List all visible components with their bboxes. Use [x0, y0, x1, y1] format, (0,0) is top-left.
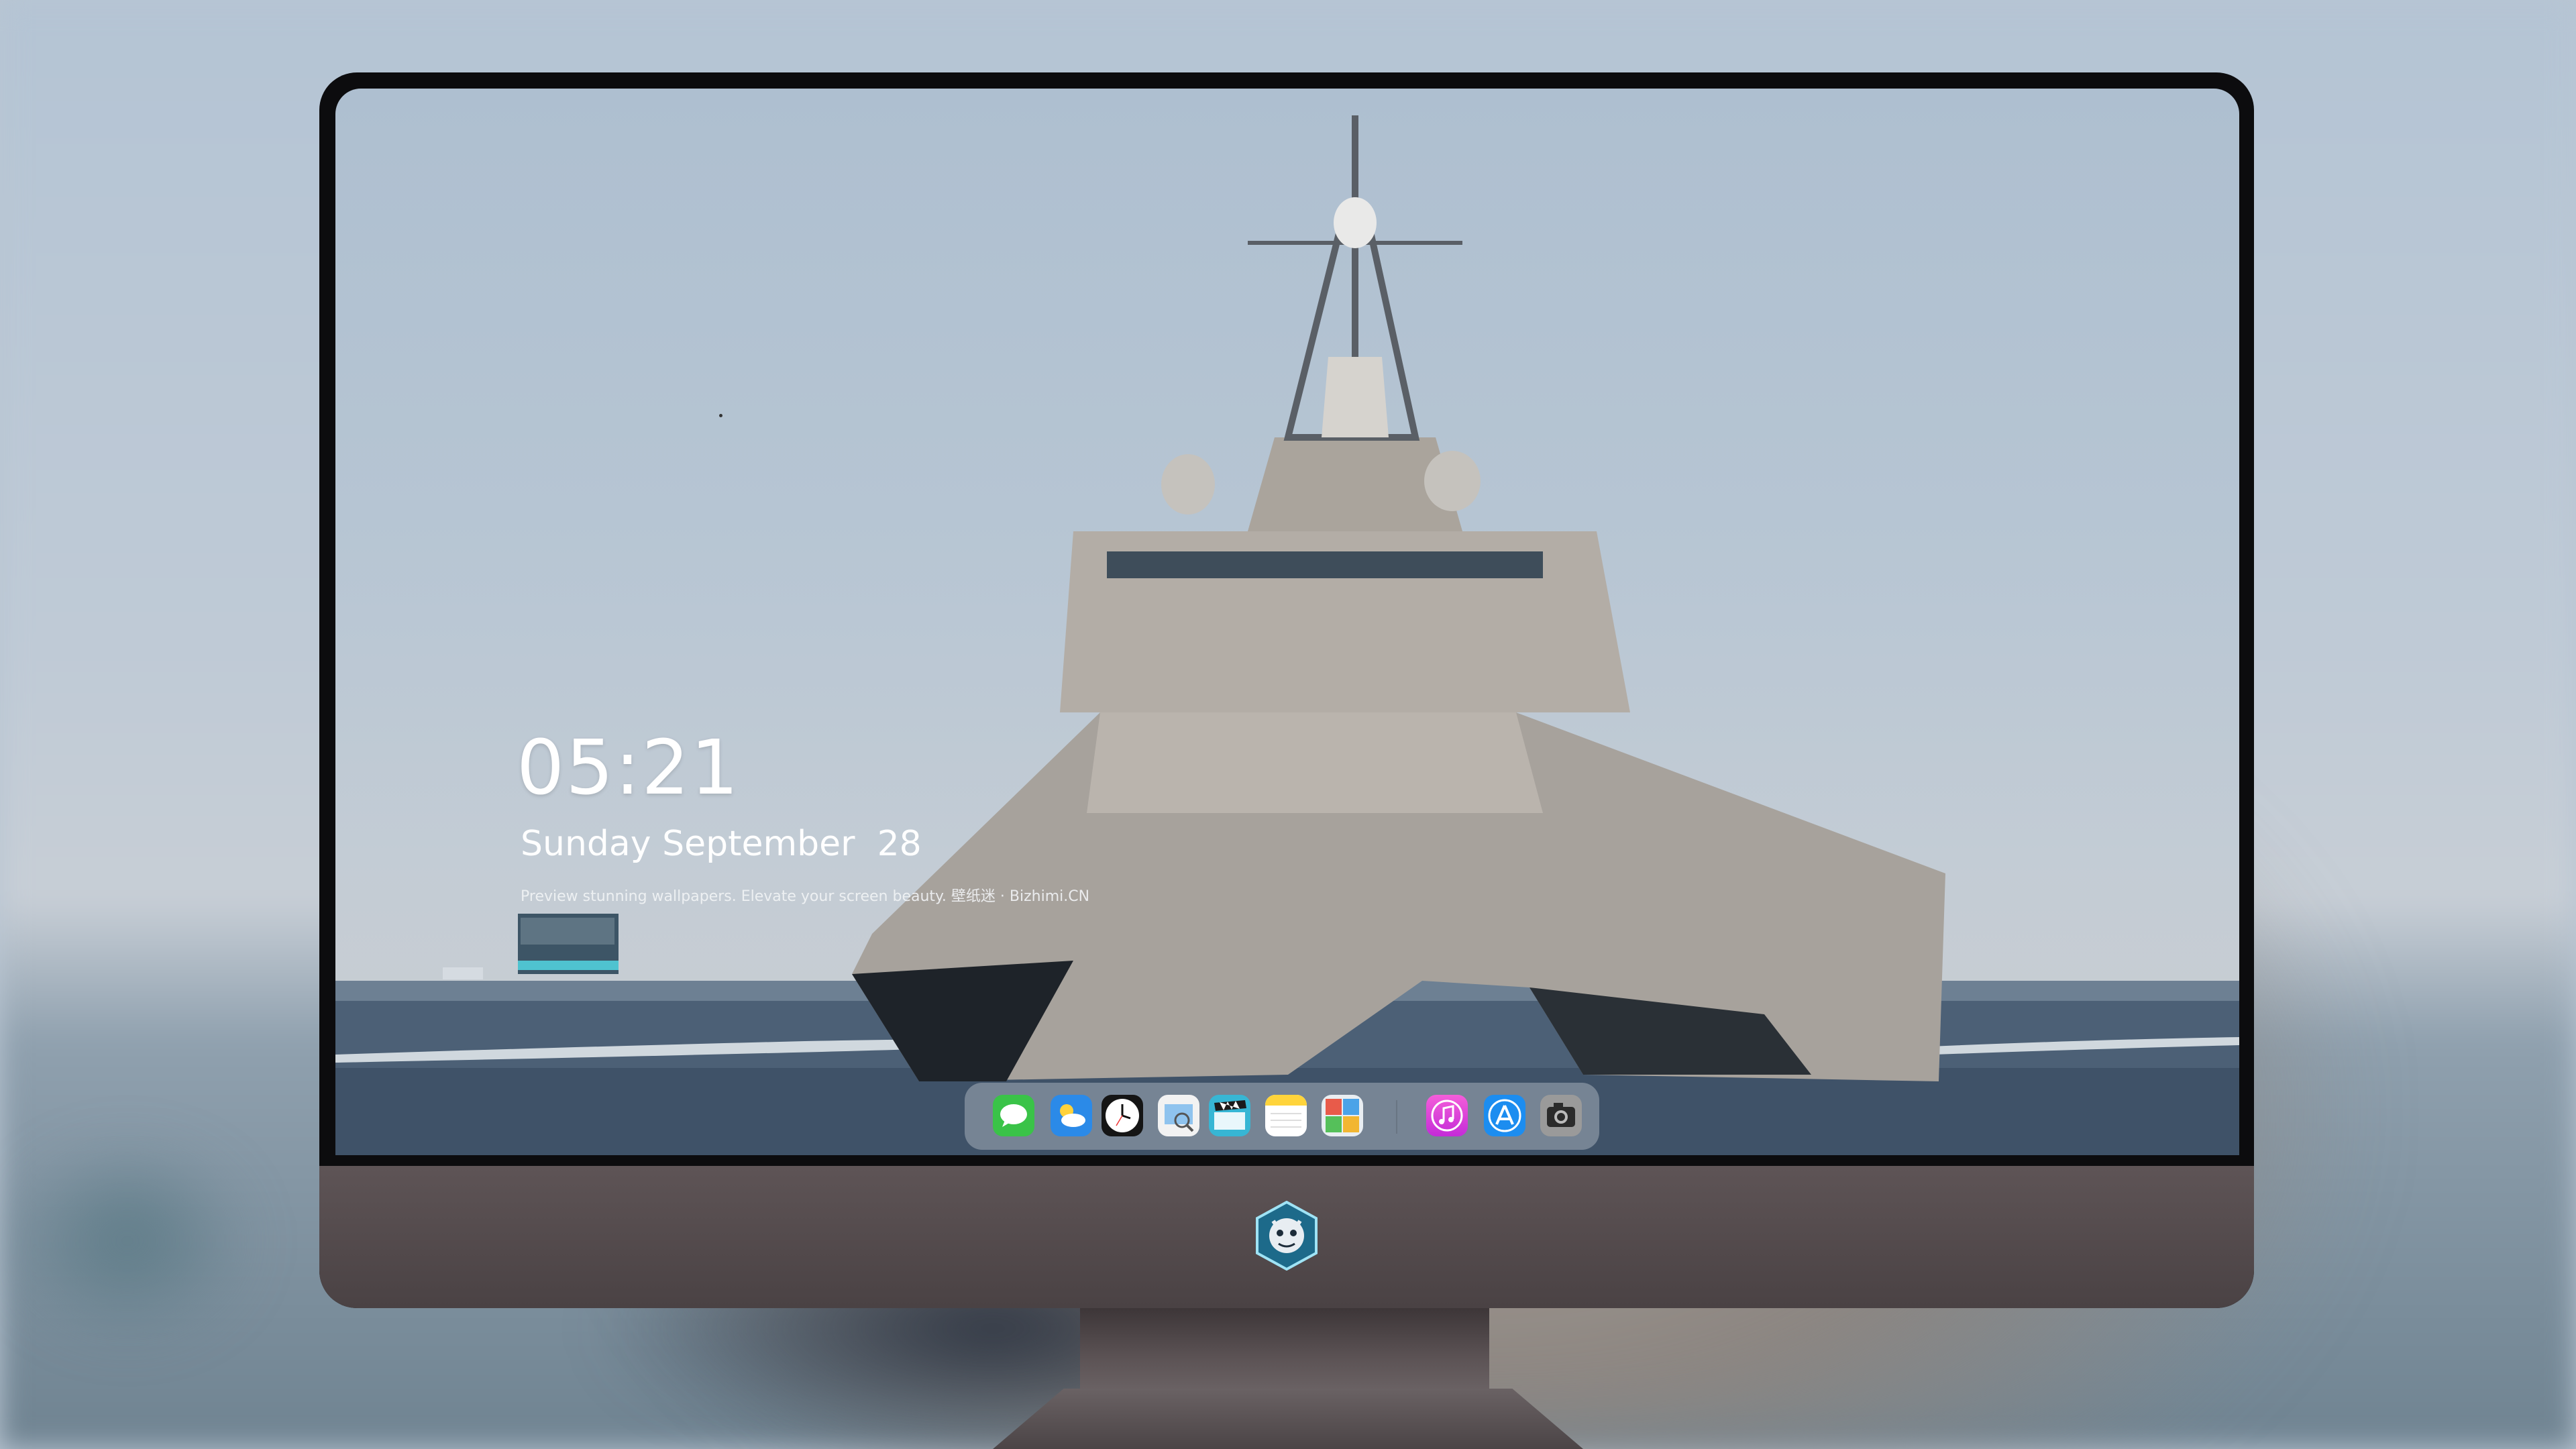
lockscreen-time: 05:21 [517, 724, 740, 812]
app-store-icon [1484, 1095, 1525, 1136]
preview-icon [1158, 1095, 1199, 1136]
clock-icon [1102, 1095, 1143, 1136]
monitor-stand-neck [1080, 1308, 1489, 1395]
dock-app-music[interactable] [1426, 1095, 1468, 1136]
cursor-dot [719, 414, 722, 417]
dock-app-camera[interactable] [1540, 1095, 1582, 1136]
dock-app-messages[interactable] [993, 1095, 1034, 1136]
lockscreen-date: Sunday September 28 [521, 824, 922, 864]
dock-app-weather[interactable] [1051, 1095, 1092, 1136]
dock-app-notes[interactable] [1265, 1095, 1307, 1136]
dock-app-photo-booth[interactable] [1322, 1095, 1363, 1136]
camera-icon [1540, 1095, 1582, 1136]
wallpaper-tagline: Preview stunning wallpapers. Elevate you… [521, 888, 1090, 905]
dock-app-clock[interactable] [1102, 1095, 1143, 1136]
claquette-icon [1209, 1095, 1250, 1136]
photo-booth-icon [1322, 1095, 1363, 1136]
monitor-stand-base [993, 1389, 1583, 1449]
brand-logo-icon [1256, 1201, 1318, 1271]
dock-app-claquette[interactable] [1209, 1095, 1250, 1136]
notes-icon [1265, 1095, 1307, 1136]
wallpaper-image [335, 115, 2239, 1155]
desktop-screen [335, 89, 2239, 1155]
weather-icon [1051, 1095, 1092, 1136]
dock-separator [1396, 1100, 1397, 1134]
dock-app-preview[interactable] [1158, 1095, 1199, 1136]
messages-icon [993, 1095, 1034, 1136]
music-icon [1426, 1095, 1468, 1136]
dock-app-app-store[interactable] [1484, 1095, 1525, 1136]
